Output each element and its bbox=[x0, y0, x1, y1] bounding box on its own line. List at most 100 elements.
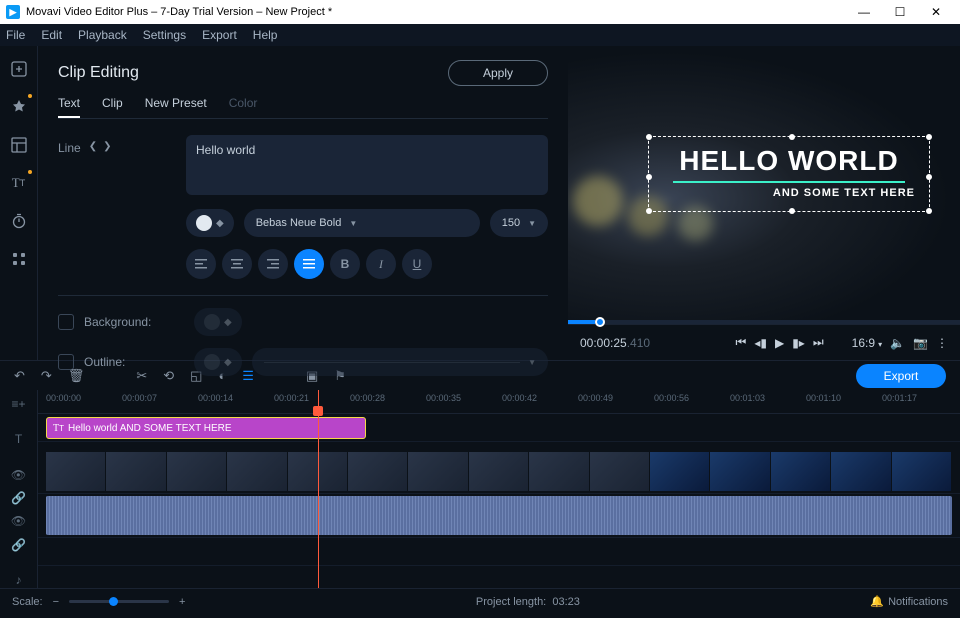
text-track-icon[interactable]: T bbox=[15, 432, 22, 447]
align-center-icon[interactable] bbox=[222, 249, 252, 279]
chevron-down-icon: ▼ bbox=[528, 358, 536, 367]
scale-slider[interactable] bbox=[69, 600, 169, 603]
delete-icon[interactable]: 🗑 bbox=[68, 368, 85, 384]
clip-properties-icon[interactable]: ☰ bbox=[242, 368, 254, 384]
left-sidebar: TT bbox=[0, 46, 38, 360]
menu-export[interactable]: Export bbox=[202, 28, 237, 42]
volume-icon[interactable]: 🔈 bbox=[890, 336, 905, 350]
redo-icon[interactable]: ↷ bbox=[41, 368, 52, 384]
text-clip-icon: TT bbox=[53, 423, 64, 434]
window-titlebar: ▶ Movavi Video Editor Plus – 7-Day Trial… bbox=[0, 0, 960, 24]
project-length-value: 03:23 bbox=[552, 596, 580, 608]
timeline-tracks[interactable]: 00:00:00 00:00:07 00:00:14 00:00:21 00:0… bbox=[38, 390, 960, 588]
undo-icon[interactable]: ↶ bbox=[14, 368, 25, 384]
menu-help[interactable]: Help bbox=[253, 28, 278, 42]
panel-title: Clip Editing bbox=[58, 64, 139, 82]
text-track[interactable]: TT Hello world AND SOME TEXT HERE bbox=[38, 414, 960, 442]
tab-text[interactable]: Text bbox=[58, 96, 80, 118]
scale-minus-icon[interactable]: − bbox=[53, 596, 59, 608]
panel-tabs: Text Clip New Preset Color bbox=[58, 96, 548, 119]
stopwatch-icon[interactable] bbox=[6, 208, 32, 234]
overlay-text-2: AND SOME TEXT HERE bbox=[663, 187, 915, 199]
video-track[interactable] bbox=[38, 450, 960, 494]
add-track-icon[interactable]: ≡+ bbox=[11, 396, 25, 411]
background-label: Background: bbox=[84, 315, 184, 329]
align-left-icon[interactable] bbox=[186, 249, 216, 279]
outline-color-toggle[interactable]: ◆ bbox=[194, 348, 242, 376]
seek-bar[interactable] bbox=[568, 320, 960, 324]
bell-icon: 🔔 bbox=[870, 595, 884, 608]
skip-end-icon[interactable]: ⏭ bbox=[813, 335, 824, 350]
text-clip-label: Hello world AND SOME TEXT HERE bbox=[68, 423, 232, 434]
chevron-down-icon: ▼ bbox=[349, 219, 357, 228]
music-track[interactable] bbox=[38, 538, 960, 566]
italic-icon[interactable]: I bbox=[366, 249, 396, 279]
timeline: ≡+ T 👁 🔗 👁 🔗 ♪ 00:00:00 00:00:07 00:00:1… bbox=[0, 390, 960, 588]
menu-bar: File Edit Playback Settings Export Help bbox=[0, 24, 960, 46]
video-track-toggle-icon[interactable]: 👁 bbox=[11, 468, 26, 483]
line-next-icon[interactable]: ❯ bbox=[103, 141, 111, 152]
line-prev-icon[interactable]: ❮ bbox=[89, 141, 97, 152]
effects-icon[interactable] bbox=[6, 94, 32, 120]
menu-file[interactable]: File bbox=[6, 28, 25, 42]
close-button[interactable]: ✕ bbox=[918, 5, 954, 19]
scale-plus-icon[interactable]: + bbox=[179, 596, 185, 608]
background-checkbox[interactable] bbox=[58, 314, 74, 330]
scale-label: Scale: bbox=[12, 596, 43, 608]
font-dropdown[interactable]: Bebas Neue Bold▼ bbox=[244, 209, 480, 237]
text-input[interactable]: Hello world bbox=[186, 135, 548, 195]
text-icon[interactable]: TT bbox=[6, 170, 32, 196]
audio-track-link-icon[interactable]: 🔗 bbox=[11, 537, 26, 552]
outline-width-dropdown[interactable]: ▼ bbox=[252, 348, 548, 376]
skip-start-icon[interactable]: ⏮ bbox=[736, 335, 747, 350]
tab-clip[interactable]: Clip bbox=[102, 96, 123, 118]
chevron-down-icon: ▼ bbox=[528, 219, 536, 228]
text-overlay-box[interactable]: HELLO WORLD AND SOME TEXT HERE bbox=[648, 136, 930, 212]
snapshot-icon[interactable]: 📷 bbox=[913, 336, 928, 350]
audio-waveform bbox=[46, 496, 952, 535]
clip-editing-panel: Clip Editing Apply Text Clip New Preset … bbox=[38, 46, 568, 360]
menu-playback[interactable]: Playback bbox=[78, 28, 127, 42]
export-button[interactable]: Export bbox=[856, 364, 946, 388]
overlay-text-1: HELLO WORLD bbox=[663, 145, 915, 177]
window-title: Movavi Video Editor Plus – 7-Day Trial V… bbox=[26, 6, 846, 18]
minimize-button[interactable]: — bbox=[846, 5, 882, 19]
rotate-icon[interactable]: ⟲ bbox=[163, 368, 174, 384]
tab-new-preset[interactable]: New Preset bbox=[145, 96, 207, 118]
cut-icon[interactable]: ✂ bbox=[136, 368, 147, 384]
preview-controls: 00:00:25.410 ⏮ ◂▮ ▶ ▮▸ ⏭ 16:9 ▾ 🔈 📷 ⋮ bbox=[568, 324, 960, 360]
fill-icon: ◆ bbox=[216, 218, 224, 229]
audio-track[interactable] bbox=[38, 494, 960, 538]
step-forward-icon[interactable]: ▮▸ bbox=[792, 336, 805, 350]
menu-settings[interactable]: Settings bbox=[143, 28, 186, 42]
menu-edit[interactable]: Edit bbox=[41, 28, 62, 42]
font-size-dropdown[interactable]: 150▼ bbox=[490, 209, 548, 237]
preview-pane: HELLO WORLD AND SOME TEXT HERE 00:00:25.… bbox=[568, 46, 960, 360]
background-color-toggle[interactable]: ◆ bbox=[194, 308, 242, 336]
aspect-ratio-dropdown[interactable]: 16:9 ▾ bbox=[852, 336, 882, 350]
color-toggle[interactable]: ◆ bbox=[186, 209, 234, 237]
music-track-icon[interactable]: ♪ bbox=[16, 573, 22, 588]
video-track-link-icon[interactable]: 🔗 bbox=[11, 491, 26, 506]
layout-icon[interactable] bbox=[6, 132, 32, 158]
bold-icon[interactable]: B bbox=[330, 249, 360, 279]
add-media-icon[interactable] bbox=[6, 56, 32, 82]
apply-button[interactable]: Apply bbox=[448, 60, 548, 86]
maximize-button[interactable]: ☐ bbox=[882, 5, 918, 19]
more-tools-icon[interactable] bbox=[6, 246, 32, 272]
time-ruler[interactable]: 00:00:00 00:00:07 00:00:14 00:00:21 00:0… bbox=[38, 390, 960, 414]
notifications-button[interactable]: 🔔 Notifications bbox=[870, 595, 948, 608]
app-logo-icon: ▶ bbox=[6, 5, 20, 19]
audio-track-toggle-icon[interactable]: 👁 bbox=[11, 514, 26, 529]
playhead[interactable] bbox=[318, 390, 319, 588]
play-icon[interactable]: ▶ bbox=[775, 336, 784, 350]
step-back-icon[interactable]: ◂▮ bbox=[754, 336, 767, 350]
more-icon[interactable]: ⋮ bbox=[936, 336, 948, 350]
timecode: 00:00:25.410 bbox=[580, 336, 650, 350]
preview-canvas[interactable]: HELLO WORLD AND SOME TEXT HERE bbox=[568, 46, 960, 324]
project-length-label: Project length: bbox=[476, 596, 546, 608]
align-right-icon[interactable] bbox=[258, 249, 288, 279]
track-controls: ≡+ T 👁 🔗 👁 🔗 ♪ bbox=[0, 390, 38, 588]
underline-icon[interactable]: U bbox=[402, 249, 432, 279]
align-justify-icon[interactable] bbox=[294, 249, 324, 279]
